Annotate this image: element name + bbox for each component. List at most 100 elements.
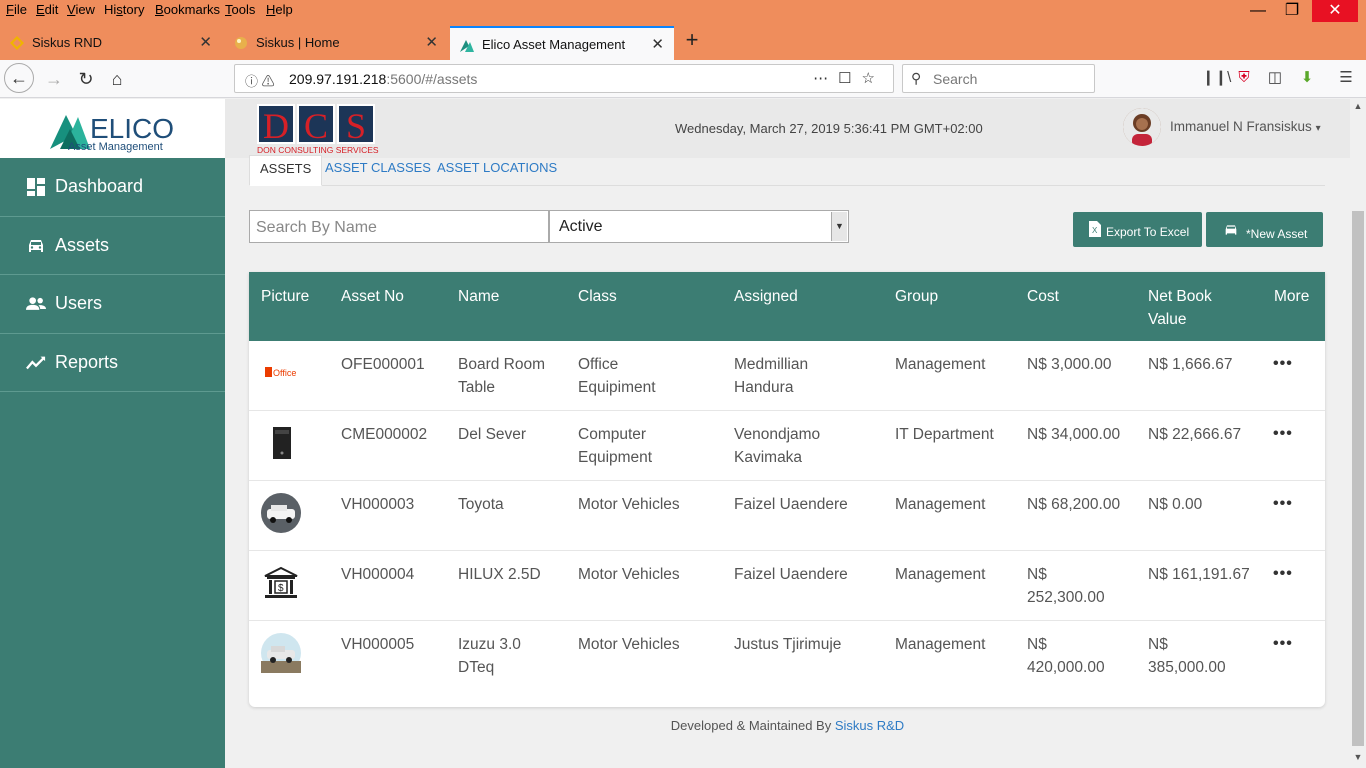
sidebar-item-label: Assets <box>55 234 110 255</box>
export-excel-button[interactable]: X Export To Excel <box>1073 212 1202 247</box>
hamburger-menu-icon[interactable]: ☰ <box>1336 68 1356 88</box>
sidebar-item-label: Dashboard <box>55 176 144 196</box>
cell-class: Motor Vehicles <box>578 566 680 583</box>
url-bar[interactable]: ⓘ ⚠ 209.97.191.218:5600/#/assets ⋯☐☆ <box>234 64 894 93</box>
cell-assigned: Justus Tjirimuje <box>734 636 842 653</box>
menu-edit[interactable]: Edit <box>36 2 58 17</box>
more-options-icon[interactable]: ••• <box>1273 635 1293 653</box>
cell-net-book-value: N$ 0.00 <box>1148 496 1203 513</box>
navigation-bar: ← → ↻ ⌂ ⓘ ⚠ 209.97.191.218:5600/#/assets… <box>0 60 1366 98</box>
more-options-icon[interactable]: ••• <box>1273 495 1293 513</box>
search-icon: ⚲ <box>911 70 922 86</box>
forward-button[interactable]: → <box>40 65 68 93</box>
reload-button[interactable]: ↻ <box>72 65 100 93</box>
assets-table: Picture Asset No Name Class Assigned Gro… <box>249 272 1325 707</box>
maximize-button[interactable]: ❐ <box>1274 0 1310 22</box>
more-options-icon[interactable]: ••• <box>1273 355 1293 373</box>
new-tab-button[interactable]: + <box>678 26 706 54</box>
menu-file[interactable]: File <box>6 2 27 17</box>
excel-file-icon: X <box>1089 221 1101 237</box>
scroll-up-icon[interactable]: ▲ <box>1350 101 1366 115</box>
cell-class: Computer Equipment <box>578 426 653 466</box>
cell-asset-no: VH000003 <box>341 496 415 513</box>
table-row[interactable]: VH000003 Toyota Motor Vehicles Faizel Ua… <box>249 481 1325 551</box>
page-actions-icon[interactable]: ⋯☐☆ <box>813 69 885 87</box>
svg-text:X: X <box>1092 226 1098 235</box>
footer: Developed & Maintained By Siskus R&D <box>225 718 1350 733</box>
menu-bookmarks[interactable]: Bookmarks <box>155 2 220 17</box>
table-row[interactable]: $ VH000004 HILUX 2.5D Motor Vehicles Fai… <box>249 551 1325 621</box>
menu-bar: File Edit View History Bookmarks Tools H… <box>0 0 1366 22</box>
chart-line-icon <box>26 356 46 369</box>
cell-asset-no: OFE000001 <box>341 356 425 373</box>
more-options-icon[interactable]: ••• <box>1273 565 1293 583</box>
svg-text:Office: Office <box>273 368 296 378</box>
sidebar-item-reports[interactable]: Reports <box>0 334 225 392</box>
brand-logo[interactable]: ELICO Asset Management <box>0 99 225 158</box>
cell-assigned: Faizel Uaendere <box>734 496 848 513</box>
scrollbar-thumb[interactable] <box>1352 211 1364 746</box>
browser-tab-elico[interactable]: Elico Asset Management ✕ <box>450 26 674 60</box>
browser-tab-siskus-home[interactable]: Siskus | Home ✕ <box>224 26 448 60</box>
cell-group: IT Department <box>895 426 994 443</box>
more-options-icon[interactable]: ••• <box>1273 425 1293 443</box>
siskus-icon <box>10 36 24 50</box>
menu-tools[interactable]: Tools <box>225 2 255 17</box>
sidebar-item-label: Users <box>55 293 103 313</box>
col-more: More <box>1274 288 1310 305</box>
sidebar-item-dashboard[interactable]: Dashboard <box>0 158 225 217</box>
sidebar-item-users[interactable]: Users <box>0 275 225 334</box>
page-scrollbar[interactable]: ▲ ▼ <box>1350 99 1366 768</box>
table-row[interactable]: Office OFE000001 Board Room Table Office… <box>249 341 1325 411</box>
cell-net-book-value: N$ 161,191.67 <box>1148 566 1250 583</box>
close-tab-icon[interactable]: ✕ <box>425 33 438 51</box>
close-tab-icon[interactable]: ✕ <box>199 33 212 51</box>
tab-assets[interactable]: ASSETS <box>249 155 323 186</box>
menu-history[interactable]: History <box>104 2 144 17</box>
footer-text: Developed & Maintained By <box>670 718 835 733</box>
tab-asset-locations[interactable]: ASSET LOCATIONS <box>437 160 557 175</box>
library-icon[interactable]: ❙❙\ <box>1202 68 1231 88</box>
browser-search-input[interactable]: ⚲ Search <box>902 64 1095 93</box>
tab-asset-classes[interactable]: ASSET CLASSES <box>325 160 431 175</box>
col-name: Name <box>458 288 500 305</box>
office-logo-icon: Office <box>261 353 301 393</box>
back-button[interactable]: ← <box>4 63 34 93</box>
dcs-letter: S <box>337 104 375 146</box>
bank-icon: $ <box>261 563 301 603</box>
cell-name: HILUX 2.5D <box>458 566 541 583</box>
status-select[interactable]: Active ▼ <box>549 210 849 243</box>
footer-link[interactable]: Siskus R&D <box>835 718 904 733</box>
tab-label: Siskus | Home <box>256 35 340 50</box>
chevron-down-icon: ▼ <box>831 212 847 241</box>
download-icon[interactable]: ⬇ <box>1297 68 1317 88</box>
cell-net-book-value: N$ 22,666.67 <box>1148 426 1242 443</box>
search-input[interactable]: Search By Name <box>249 210 549 243</box>
sidebar-toggle-icon[interactable]: ◫ <box>1265 68 1285 88</box>
user-menu[interactable]: Immanuel N Fransiskus ▾ <box>1170 119 1321 134</box>
table-row[interactable]: VH000005 Izuzu 3.0 DTeq Motor Vehicles J… <box>249 621 1325 691</box>
minimize-button[interactable]: — <box>1240 0 1276 22</box>
car-icon <box>29 239 43 252</box>
col-cost: Cost <box>1027 288 1059 305</box>
avatar[interactable] <box>1123 108 1161 146</box>
cell-class: Office Equipiment <box>578 356 656 396</box>
dcs-letter: D <box>257 104 295 146</box>
chevron-down-icon: ▾ <box>1315 123 1321 134</box>
close-window-button[interactable]: ✕ <box>1312 0 1358 22</box>
close-tab-icon[interactable]: ✕ <box>651 35 664 53</box>
scroll-down-icon[interactable]: ▼ <box>1350 752 1366 766</box>
site-info-icon[interactable]: ⓘ ⚠ <box>245 71 275 90</box>
sidebar-item-assets[interactable]: Assets <box>0 217 225 275</box>
table-row[interactable]: CME000002 Del Sever Computer Equipment V… <box>249 411 1325 481</box>
sidebar: ELICO Asset Management Dashboard Assets … <box>0 99 225 768</box>
menu-help[interactable]: Help <box>266 2 293 17</box>
browser-tab-siskus-rnd[interactable]: Siskus RND ✕ <box>0 26 222 60</box>
cell-cost: N$ 252,300.00 <box>1027 566 1105 606</box>
menu-view[interactable]: View <box>67 2 95 17</box>
new-asset-button[interactable]: *New Asset <box>1206 212 1323 247</box>
home-button[interactable]: ⌂ <box>103 65 131 93</box>
ublock-icon[interactable]: ⛨ <box>1234 68 1254 88</box>
users-icon <box>26 297 46 310</box>
cell-asset-no: VH000004 <box>341 566 415 583</box>
